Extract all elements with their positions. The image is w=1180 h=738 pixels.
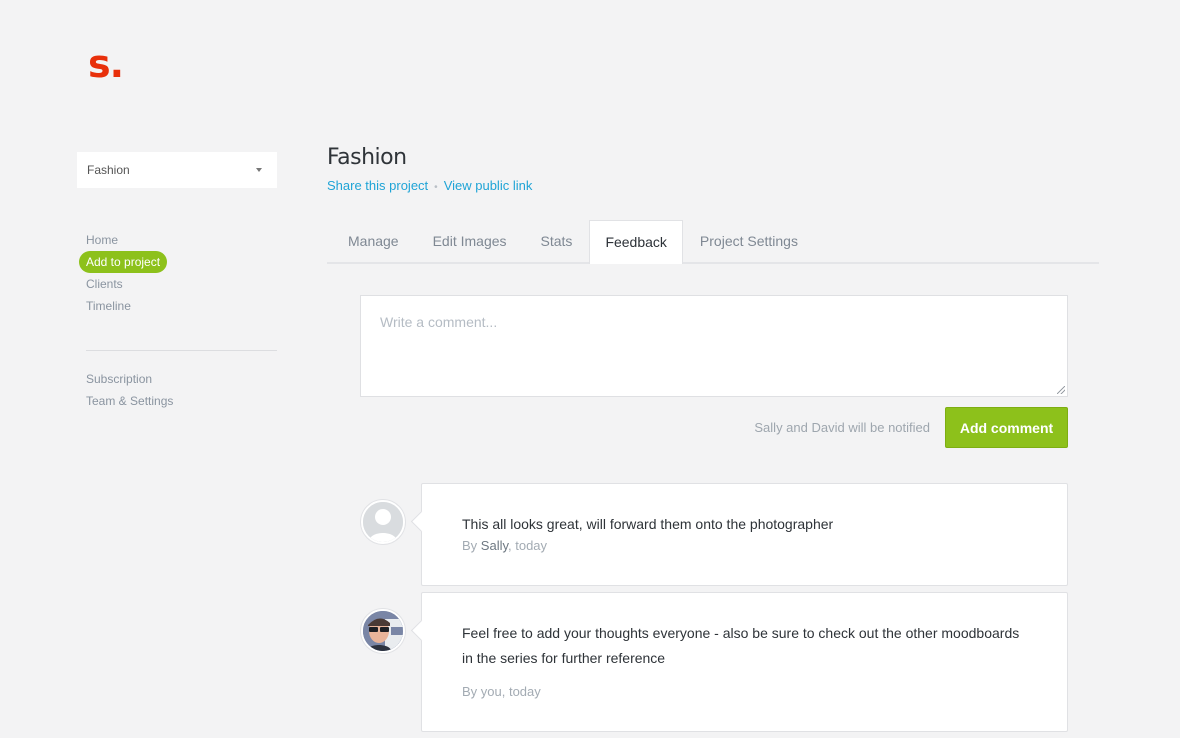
comment-meta: By Sally, today: [462, 538, 547, 553]
tab-project-settings[interactable]: Project Settings: [683, 220, 815, 262]
project-select-value: Fashion: [87, 163, 130, 177]
view-public-link[interactable]: View public link: [444, 178, 533, 193]
notify-text: Sally and David will be notified: [754, 420, 930, 435]
tab-edit-images[interactable]: Edit Images: [416, 220, 524, 262]
comment-time: , today: [508, 538, 548, 553]
link-separator: •: [434, 182, 438, 193]
project-links: Share this project • View public link: [327, 178, 532, 193]
default-user-icon: [363, 502, 403, 542]
comment-text: Feel free to add your thoughts everyone …: [462, 625, 1020, 666]
comment-meta-prefix: By: [462, 538, 481, 553]
sidebar-item-team-settings[interactable]: Team & Settings: [79, 390, 180, 412]
comment-meta-prefix: By you, today: [462, 684, 541, 699]
avatar: [361, 500, 405, 544]
chevron-down-icon: [256, 168, 262, 172]
tab-manage[interactable]: Manage: [327, 220, 416, 262]
resize-handle-icon[interactable]: [1057, 386, 1065, 394]
sidebar-item-subscription[interactable]: Subscription: [79, 368, 159, 390]
comment-card: Feel free to add your thoughts everyone …: [421, 592, 1068, 732]
sidebar-item-timeline[interactable]: Timeline: [79, 295, 138, 317]
avatar: [361, 609, 405, 653]
add-comment-button[interactable]: Add comment: [945, 407, 1068, 448]
comment-author[interactable]: Sally: [481, 538, 508, 553]
sidebar-nav-secondary: Subscription Team & Settings: [79, 368, 180, 412]
share-project-link[interactable]: Share this project: [327, 178, 428, 193]
tab-stats[interactable]: Stats: [524, 220, 590, 262]
comment-meta: By you, today: [462, 684, 541, 699]
sidebar-item-home[interactable]: Home: [79, 229, 125, 251]
comment-text: This all looks great, will forward them …: [462, 516, 834, 532]
project-tabs: Manage Edit Images Stats Feedback Projec…: [327, 220, 1099, 264]
tab-feedback[interactable]: Feedback: [589, 220, 683, 264]
app-logo[interactable]: s.: [88, 44, 124, 84]
sidebar-divider: [86, 350, 277, 351]
comment-input[interactable]: [361, 296, 1067, 396]
project-select[interactable]: Fashion: [77, 152, 277, 188]
page-title: Fashion: [327, 145, 407, 170]
sidebar-item-add-to-project[interactable]: Add to project: [79, 251, 168, 273]
comment-composer: [360, 295, 1068, 397]
user-photo-icon: [363, 611, 403, 651]
sidebar-item-clients[interactable]: Clients: [79, 273, 130, 295]
sidebar-nav: Home Add to project Clients Timeline: [79, 229, 279, 317]
comment-card: This all looks great, will forward them …: [421, 483, 1068, 586]
